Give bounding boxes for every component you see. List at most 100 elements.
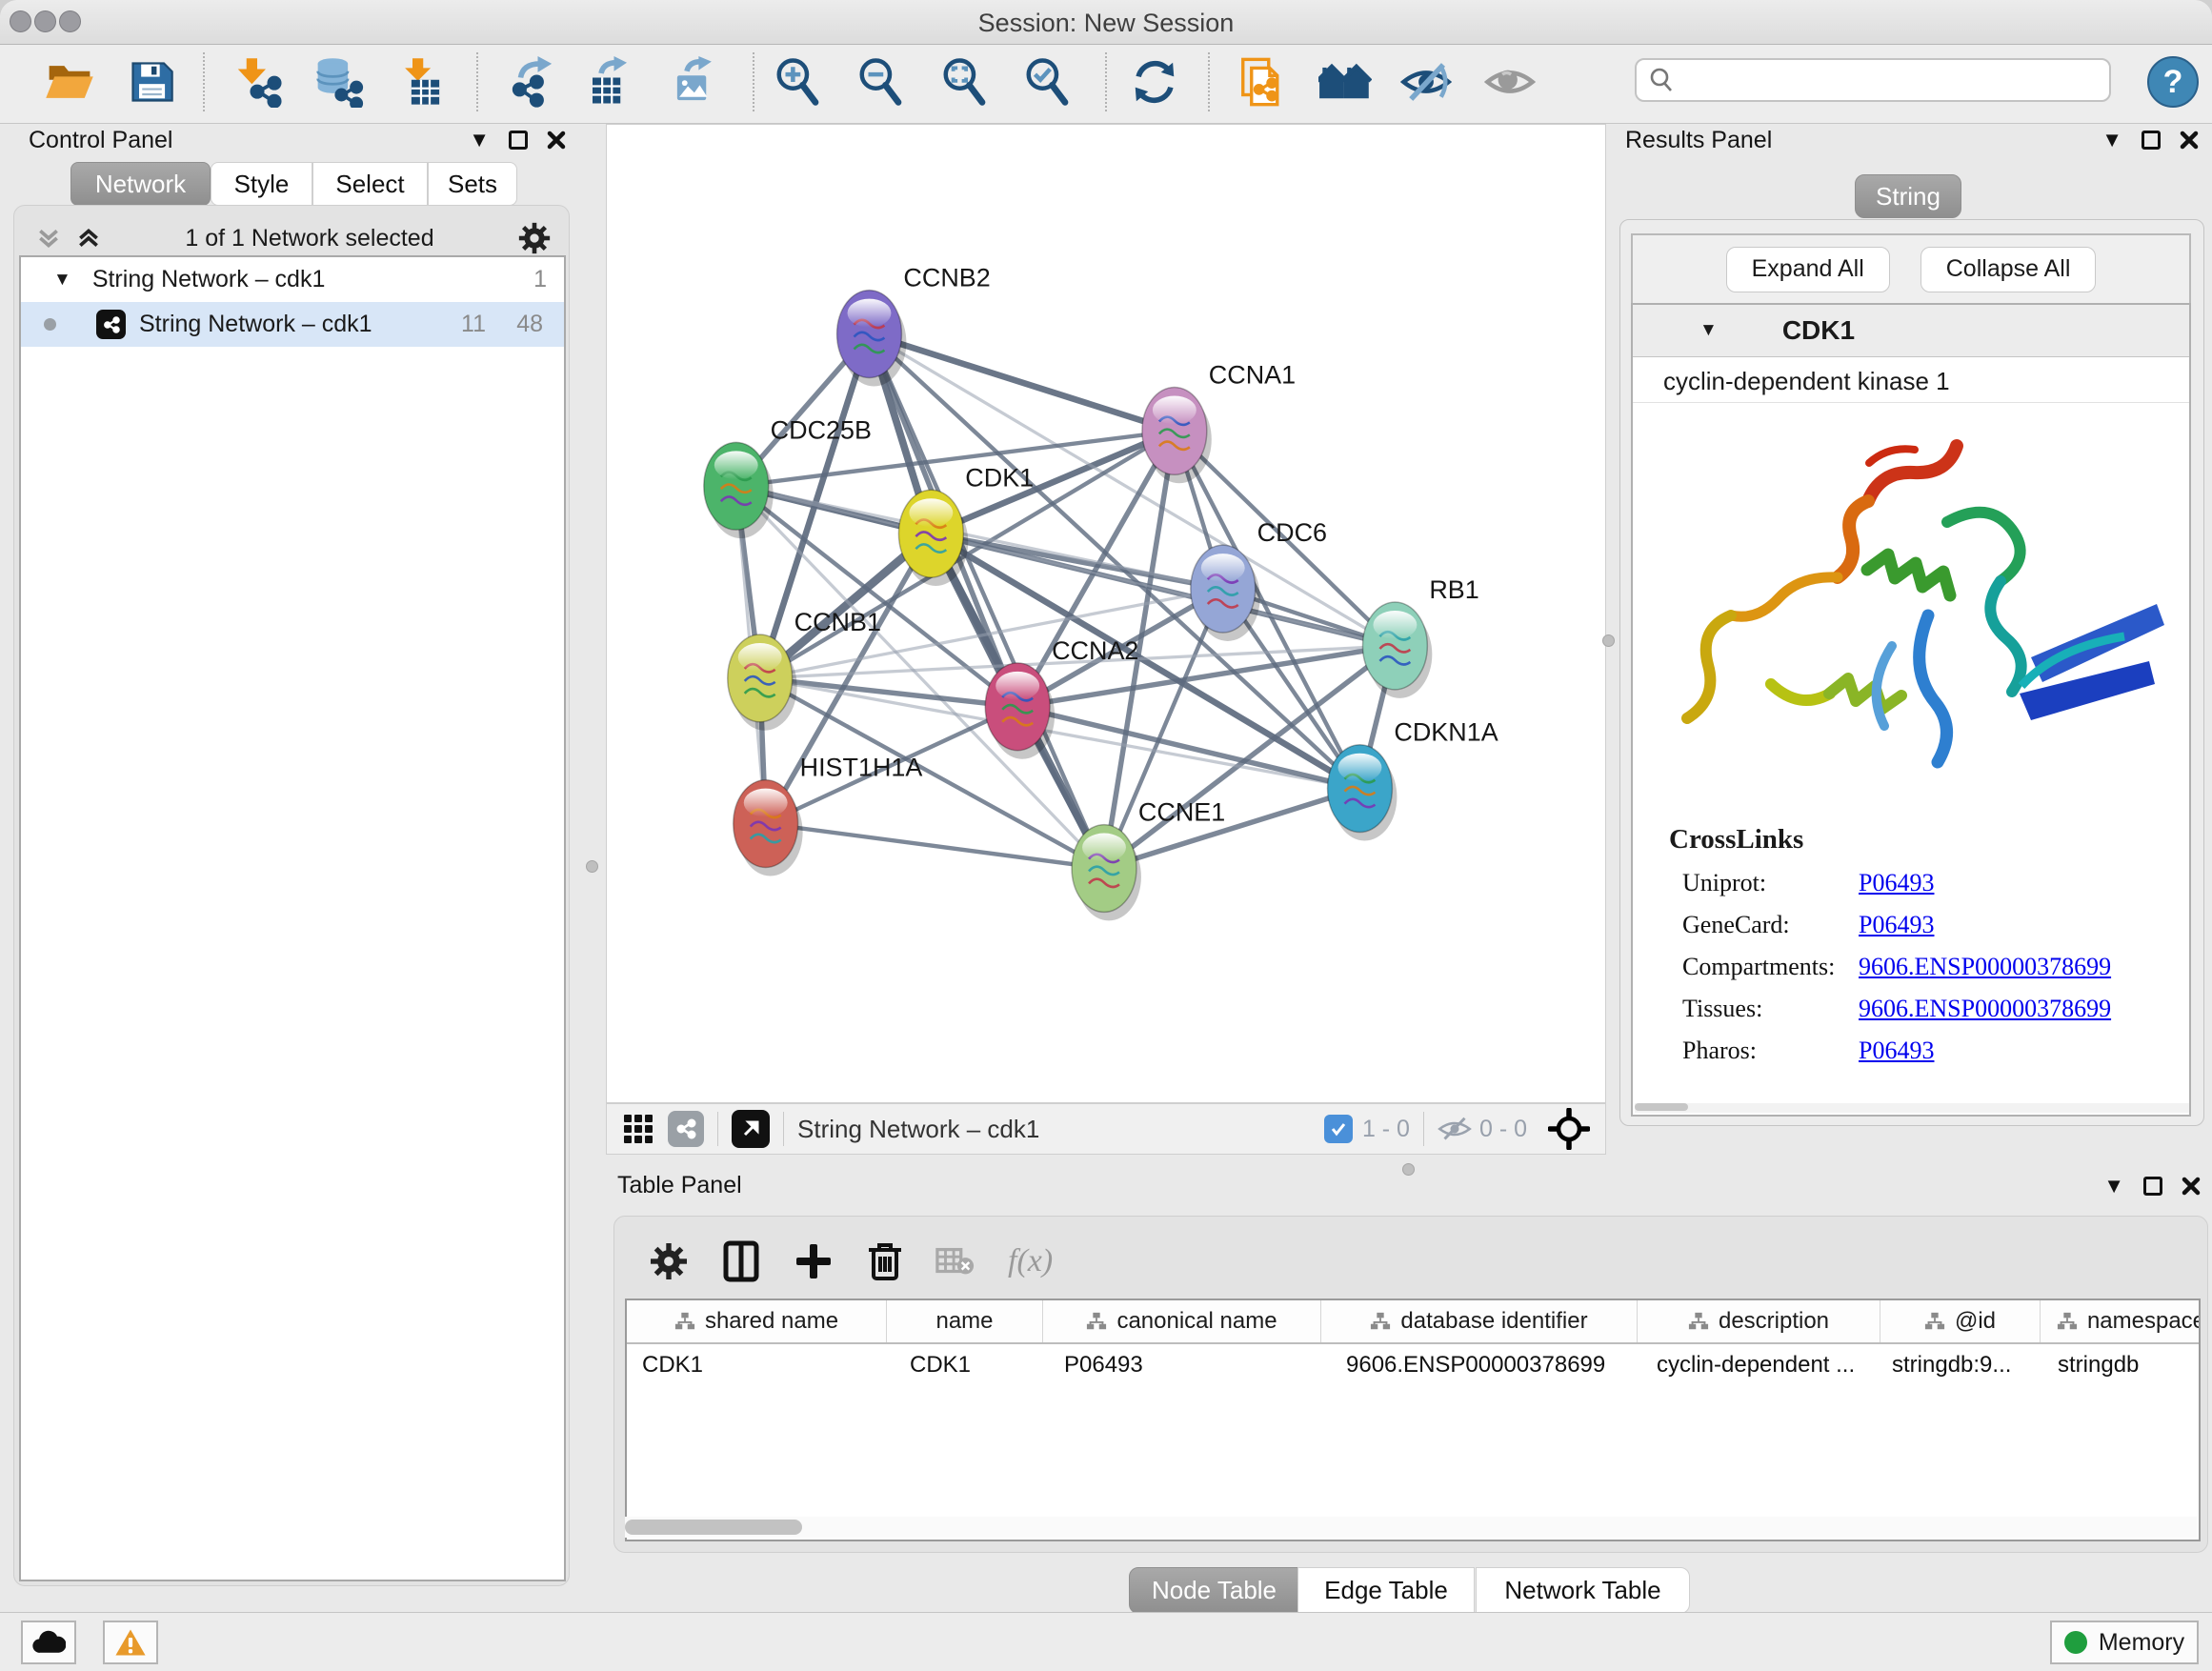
grid-view-icon[interactable] [622,1113,654,1145]
compartments-link[interactable]: 9606.ENSP00000378699 [1859,953,2111,981]
window-title: Session: New Session [0,9,2212,38]
collapse-all-button[interactable]: Collapse All [1920,247,2097,292]
col-canonical-name[interactable]: canonical name [1043,1300,1321,1342]
help-button[interactable]: ? [2147,56,2199,108]
svg-text:CDK1: CDK1 [965,463,1034,492]
right-splitter-grip[interactable] [1602,634,1615,647]
results-panel-menu-icon[interactable]: ▼ [2101,130,2122,151]
memory-button[interactable]: Memory [2050,1621,2199,1664]
tab-string-results[interactable]: String [1855,174,1961,218]
open-session-icon[interactable] [43,49,96,115]
warnings-button[interactable] [103,1621,158,1664]
network-canvas[interactable]: CCNB2CCNA1CDC25BCDK1CDC6RB1CCNB1CCNA2CDK… [606,124,1606,1103]
gene-section-header[interactable]: ▼ CDK1 [1633,305,2189,357]
pharos-link[interactable]: P06493 [1859,1037,1934,1065]
selected-checkbox-icon[interactable] [1324,1115,1353,1143]
network-badge-icon[interactable] [668,1111,704,1147]
cloud-button[interactable] [21,1621,76,1664]
results-buttons-box: Expand All Collapse All [1631,233,2191,305]
gene-expanded-icon[interactable]: ▼ [1699,320,1718,341]
table-hscroll-thumb[interactable] [625,1520,802,1535]
tab-network-table[interactable]: Network Table [1476,1567,1690,1614]
title-bar: Session: New Session [0,0,2212,45]
svg-text:CCNB2: CCNB2 [903,264,990,292]
network-view-title: String Network – cdk1 [797,1115,1039,1144]
col-shared-name[interactable]: shared name [627,1300,887,1342]
network-row[interactable]: String Network – cdk1 11 48 [21,302,564,347]
svg-text:HIST1H1A: HIST1H1A [800,754,923,782]
results-panel-close-icon[interactable] [2180,131,2199,150]
control-panel-close-icon[interactable] [547,131,566,150]
expand-all-button[interactable]: Expand All [1726,247,1890,292]
collection-count: 1 [533,266,547,293]
refresh-layout-icon[interactable] [1128,49,1181,115]
save-session-icon[interactable] [125,49,178,115]
uniprot-link[interactable]: P06493 [1859,869,1934,897]
col-database-identifier[interactable]: database identifier [1321,1300,1638,1342]
hide-show-icon[interactable] [1399,49,1453,115]
bottom-splitter-grip[interactable] [1402,1163,1415,1176]
table-panel-close-icon[interactable] [2182,1177,2201,1196]
table-hscrollbar[interactable] [625,1517,2197,1538]
copy-network-icon[interactable] [1236,49,1289,115]
col-id[interactable]: @id [1880,1300,2041,1342]
selected-counts: 1 - 0 [1362,1116,1410,1143]
import-network-icon[interactable] [231,49,284,115]
network-options-gear-icon[interactable] [518,222,551,254]
network-collection-row[interactable]: ▼ String Network – cdk1 1 [21,257,564,302]
show-graphics-icon[interactable] [1483,49,1537,115]
node-table[interactable]: shared name name canonical name database… [625,1299,2201,1541]
zoom-out-icon[interactable] [855,49,908,115]
table-options-gear-icon[interactable] [650,1242,688,1280]
tab-network[interactable]: Network [70,162,211,206]
network-manager-header: 1 of 1 Network selected [36,219,551,257]
export-image-icon[interactable] [669,49,722,115]
col-namespace[interactable]: namespace [2041,1300,2201,1342]
control-panel-float-icon[interactable] [509,131,528,150]
tissues-link[interactable]: 9606.ENSP00000378699 [1859,995,2111,1023]
crosslink-row: Compartments:9606.ENSP00000378699 [1669,953,2189,981]
tree-expanded-icon[interactable]: ▼ [53,270,71,291]
table-panel-menu-icon[interactable]: ▼ [2103,1176,2124,1197]
left-splitter-grip[interactable] [586,860,598,873]
col-name[interactable]: name [887,1300,1043,1342]
add-column-icon[interactable] [794,1242,833,1280]
birds-eye-view-icon[interactable] [732,1110,770,1148]
search-input[interactable] [1675,66,2088,94]
delete-column-icon[interactable] [867,1240,903,1282]
col-description[interactable]: description [1638,1300,1880,1342]
expand-all-networks-icon[interactable] [76,226,101,251]
control-panel-menu-icon[interactable]: ▼ [469,130,490,151]
genecard-link[interactable]: P06493 [1859,911,1934,939]
status-bar: Memory [0,1612,2212,1671]
gene-section: ▼ CDK1 cyclin-dependent kinase 1 [1631,303,2191,1117]
clear-table-icon[interactable] [935,1245,975,1278]
network-collection-label: String Network – cdk1 [92,266,326,293]
table-toolbar: f(x) [650,1240,1053,1282]
warning-icon [114,1628,147,1657]
tab-select[interactable]: Select [312,162,428,206]
import-table-icon[interactable] [394,49,448,115]
zoom-fit-icon[interactable] [938,49,992,115]
collapse-all-networks-icon[interactable] [36,226,61,251]
tab-node-table[interactable]: Node Table [1129,1567,1299,1614]
show-columns-icon[interactable] [722,1240,760,1282]
export-network-icon[interactable] [507,49,560,115]
import-network-from-database-icon[interactable] [312,49,365,115]
export-table-icon[interactable] [583,49,636,115]
current-network-bullet [44,318,56,331]
search-box[interactable] [1635,58,2111,102]
tab-edge-table[interactable]: Edge Table [1297,1567,1475,1614]
tab-style[interactable]: Style [211,162,312,206]
table-row[interactable]: CDK1 CDK1 P06493 9606.ENSP00000378699 cy… [627,1344,2199,1385]
results-hscrollbar[interactable] [1635,1103,2189,1113]
memory-status-dot [2064,1631,2087,1654]
network-node-count: 11 [461,311,486,338]
zoom-selected-icon[interactable] [1021,49,1075,115]
fit-selection-crosshair-icon[interactable] [1548,1108,1590,1150]
table-panel-float-icon[interactable] [2143,1177,2162,1196]
results-panel-float-icon[interactable] [2142,131,2161,150]
zoom-in-icon[interactable] [772,49,825,115]
home-networks-icon[interactable] [1318,49,1372,115]
tab-sets[interactable]: Sets [428,162,517,206]
